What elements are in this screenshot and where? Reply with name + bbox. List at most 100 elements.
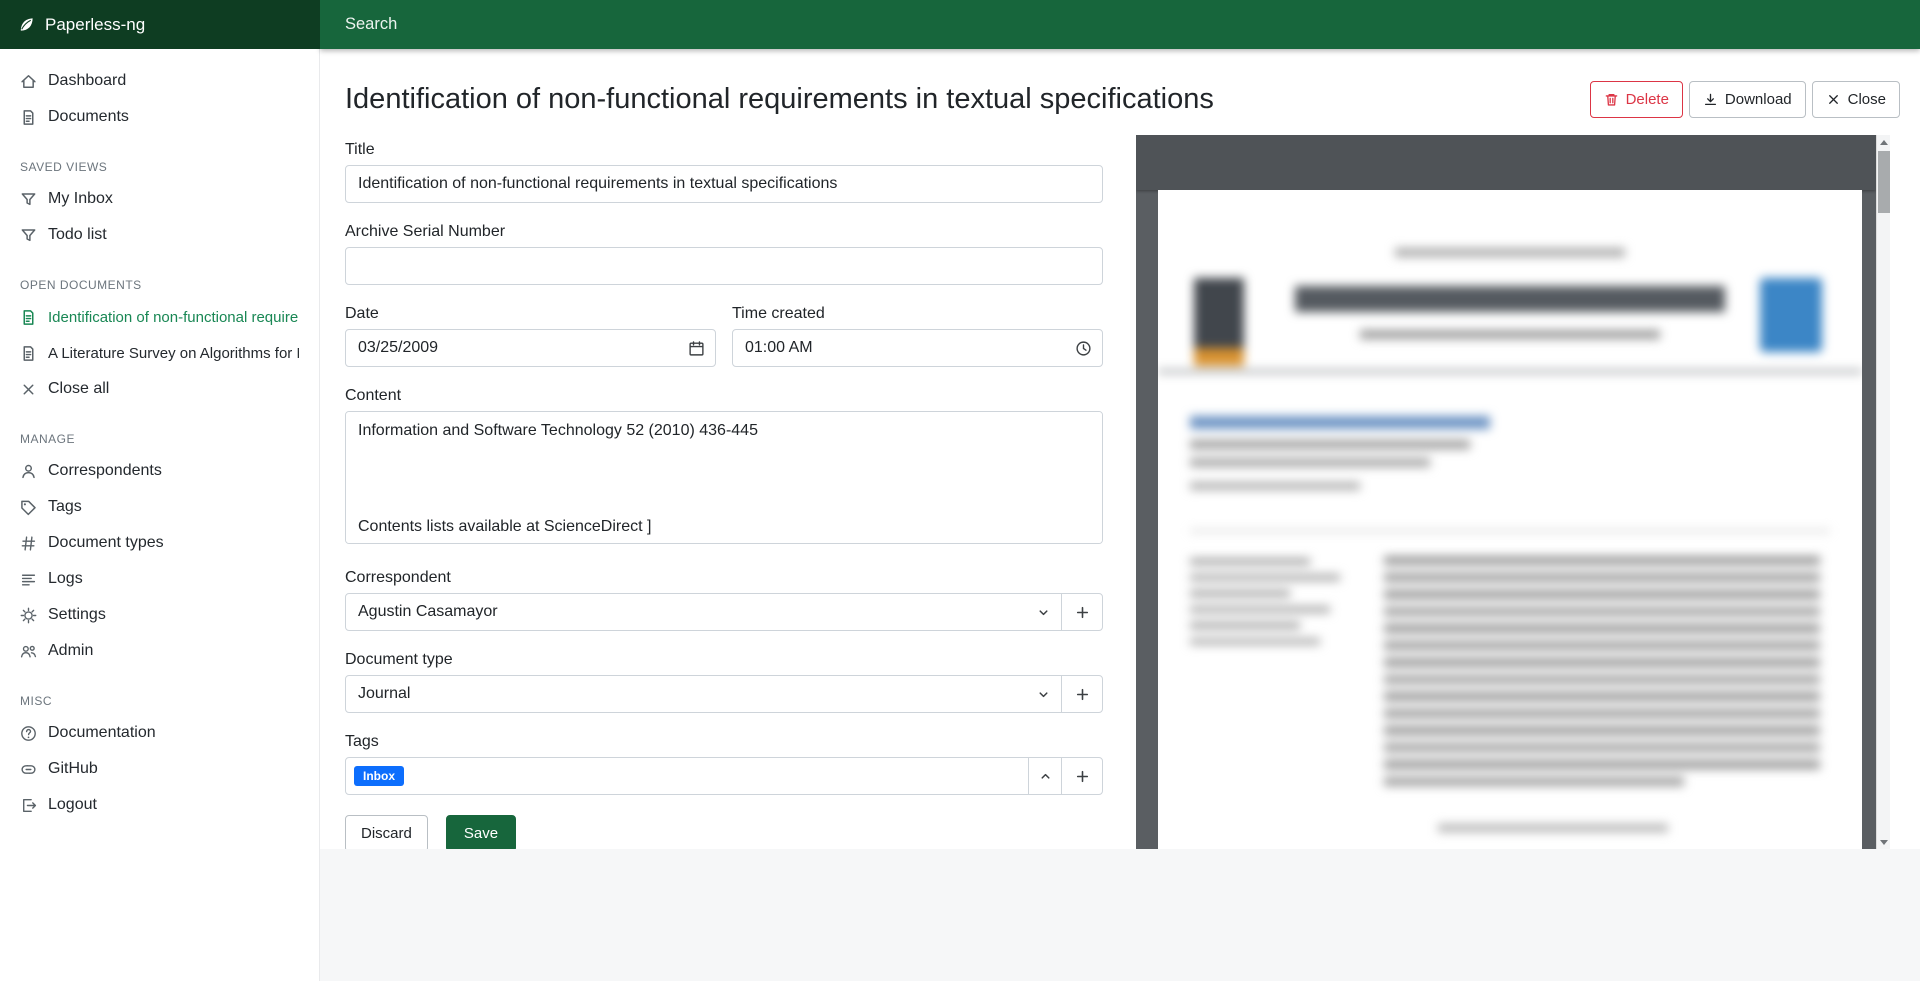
sidebar-section-misc: MISC Documentation GitHub Logout [0, 691, 319, 823]
sidebar-section-saved-views: SAVED VIEWS My Inbox Todo list [0, 157, 319, 253]
sidebar-item-label: Tags [48, 498, 82, 516]
sidebar-section-manage: MANAGE Correspondents Tags Document type… [0, 429, 319, 669]
brand: Paperless-ng [0, 0, 320, 49]
scrollbar-down-arrow[interactable] [1877, 835, 1891, 849]
add-tag-button[interactable] [1061, 757, 1103, 795]
pdf-blurred-content [1158, 190, 1862, 849]
pdf-viewport [1136, 190, 1876, 849]
title-input[interactable] [345, 165, 1103, 203]
archive-serial-number-input[interactable] [345, 247, 1103, 285]
plus-icon [1074, 604, 1091, 621]
document-icon [20, 345, 37, 362]
chevron-down-icon [1036, 687, 1051, 702]
plus-icon [1074, 686, 1091, 703]
blurred-abstract-line [1384, 760, 1820, 769]
blurred-abstract-line [1384, 709, 1820, 718]
question-circle-icon [20, 725, 37, 742]
search-input[interactable] [320, 0, 1920, 49]
add-document-type-button[interactable] [1061, 675, 1103, 713]
section-header: MISC [0, 691, 319, 711]
content-textarea[interactable]: Information and Software Technology 52 (… [345, 411, 1103, 544]
sidebar-item-close-all[interactable]: Close all [0, 371, 319, 407]
document-type-group: Document type Journal [345, 651, 1103, 713]
close-button-label: Close [1848, 91, 1886, 108]
sidebar-item-label: Todo list [48, 226, 107, 244]
pdf-preview [1136, 135, 1890, 849]
calendar-icon[interactable] [688, 340, 705, 357]
sidebar-item-documentation[interactable]: Documentation [0, 715, 319, 751]
clock-icon[interactable] [1075, 340, 1092, 357]
document-icon [20, 309, 37, 326]
funnel-icon [20, 191, 37, 208]
link-icon [20, 761, 37, 778]
date-input[interactable]: 03/25/2009 [345, 329, 716, 367]
sidebar-item-my-inbox[interactable]: My Inbox [0, 181, 319, 217]
blurred-abstract-line [1384, 590, 1820, 599]
sidebar-item-dashboard[interactable]: Dashboard [0, 63, 319, 99]
list-icon [20, 571, 37, 588]
blurred-abstract-line [1384, 658, 1820, 667]
blurred-abstract-line [1384, 573, 1820, 582]
open-document-title: Identification of non-functional require… [48, 309, 299, 326]
document-type-value: Journal [358, 685, 410, 703]
tag-icon [20, 499, 37, 516]
sidebar-open-document-2[interactable]: A Literature Survey on Algorithms for Mu… [0, 335, 319, 371]
sidebar-item-github[interactable]: GitHub [0, 751, 319, 787]
save-button[interactable]: Save [446, 815, 516, 852]
sidebar-item-documents[interactable]: Documents [0, 99, 319, 135]
pdf-scrollbar[interactable] [1876, 135, 1890, 849]
document-form: Title Archive Serial Number Date 03/25/2… [345, 135, 1103, 849]
delete-button[interactable]: Delete [1590, 81, 1683, 118]
section-header: SAVED VIEWS [0, 157, 319, 177]
close-button[interactable]: Close [1812, 81, 1900, 118]
pdf-scrollbar-thumb[interactable] [1878, 151, 1890, 213]
open-document-title: A Literature Survey on Algorithms for Mu… [48, 345, 299, 362]
blurred-line [1360, 330, 1660, 339]
blurred-article-title [1190, 416, 1490, 429]
time-group: Time created 01:00 AM [732, 305, 1103, 367]
tags-dropdown-toggle-button[interactable] [1028, 757, 1062, 795]
blurred-line [1190, 574, 1340, 581]
blurred-line [1190, 606, 1330, 613]
discard-button-label: Discard [361, 825, 412, 842]
pdf-toolbar[interactable] [1136, 135, 1876, 190]
sidebar-item-todo-list[interactable]: Todo list [0, 217, 319, 253]
hash-icon [20, 535, 37, 552]
sidebar-item-tags[interactable]: Tags [0, 489, 319, 525]
download-button-label: Download [1725, 91, 1792, 108]
sidebar-item-label: Documentation [48, 724, 156, 742]
sidebar-open-document-1[interactable]: Identification of non-functional require… [0, 299, 319, 335]
time-created-input[interactable]: 01:00 AM [732, 329, 1103, 367]
sidebar-item-logs[interactable]: Logs [0, 561, 319, 597]
pdf-page [1158, 190, 1862, 849]
home-icon [20, 73, 37, 90]
gear-icon [20, 607, 37, 624]
sidebar-item-settings[interactable]: Settings [0, 597, 319, 633]
add-correspondent-button[interactable] [1061, 593, 1103, 631]
sidebar-item-admin[interactable]: Admin [0, 633, 319, 669]
chevron-up-icon [1038, 769, 1053, 784]
document-type-select[interactable]: Journal [345, 675, 1062, 713]
sidebar-item-document-types[interactable]: Document types [0, 525, 319, 561]
tags-group: Tags Inbox [345, 733, 1103, 795]
header-actions: Delete Download Close [1590, 81, 1900, 118]
sidebar-item-correspondents[interactable]: Correspondents [0, 453, 319, 489]
blurred-rule [1190, 530, 1830, 532]
blurred-line [1190, 458, 1430, 467]
blurred-line [1190, 558, 1310, 565]
download-button[interactable]: Download [1689, 81, 1806, 118]
tags-label: Tags [345, 733, 1103, 751]
tag-badge-inbox: Inbox [354, 766, 404, 786]
file-text-icon [20, 109, 37, 126]
scrollbar-up-arrow[interactable] [1877, 135, 1891, 149]
discard-button[interactable]: Discard [345, 815, 428, 852]
blurred-rule [1158, 370, 1862, 373]
sidebar-item-label: Admin [48, 642, 93, 660]
sidebar-item-label: Correspondents [48, 462, 162, 480]
sidebar-item-logout[interactable]: Logout [0, 787, 319, 823]
correspondent-select[interactable]: Agustin Casamayor [345, 593, 1062, 631]
sidebar-item-label: GitHub [48, 760, 98, 778]
logout-icon [20, 797, 37, 814]
tags-input[interactable]: Inbox [345, 757, 1029, 795]
blurred-cover-accent [1194, 348, 1244, 366]
